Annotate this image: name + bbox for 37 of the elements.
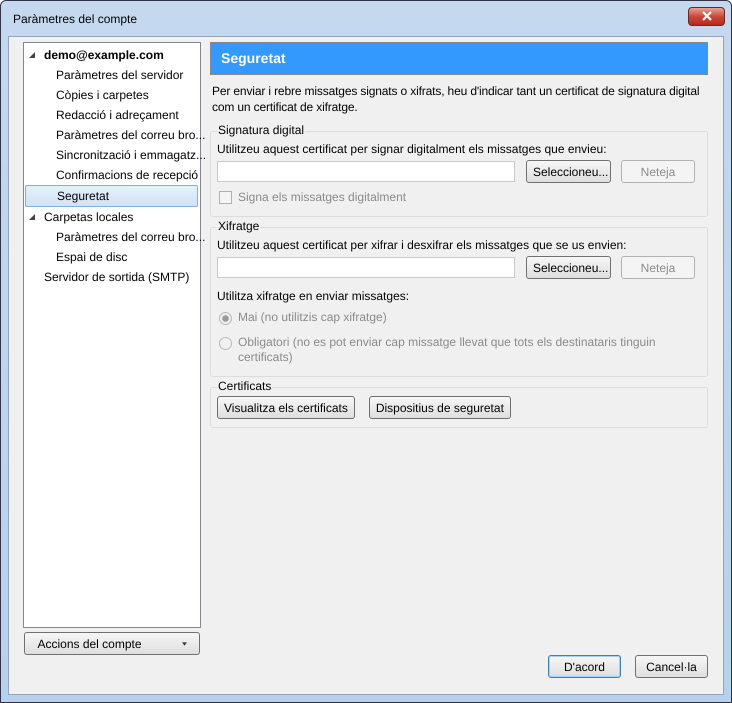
tree-item[interactable]: Servidor de sortida (SMTP)	[39, 267, 194, 287]
close-icon	[702, 11, 712, 21]
dialog-button[interactable]: Cancel·la	[635, 655, 708, 678]
tree-item[interactable]: Carpetas locales	[39, 207, 138, 227]
dialog-button[interactable]: D'acord	[548, 655, 621, 678]
close-button[interactable]	[688, 6, 725, 26]
group-legend: Certificats	[217, 379, 272, 393]
window-title: Paràmetres del compte	[12, 12, 138, 26]
tree-item[interactable]: Còpies i carpetes	[51, 85, 154, 105]
account-actions-button[interactable]: Accions del compte	[24, 632, 200, 655]
checkbox-label: Signa els missatges digitalment	[238, 190, 406, 205]
select-button[interactable]: Seleccioneu...	[526, 160, 611, 183]
intro-text: Per enviar i rebre missatges signats o xifrats, heu d'indicar tant un certificat de signatura digital com un certificat de xifratge.	[212, 83, 700, 115]
expander-icon[interactable]	[29, 52, 35, 58]
tree-item[interactable]: Paràmetres del servidor	[51, 65, 188, 85]
page-heading: Seguretat	[210, 42, 708, 75]
radio-group-label: Utilitza xifratge en enviar missatges:	[217, 289, 410, 303]
group-legend: Xifratge	[217, 219, 260, 233]
tree-item[interactable]: Paràmetres del correu bro...	[51, 125, 210, 145]
radio-label: Obligatori (no es pot enviar cap missatge llevat que tots els destinataris tinguin certificats)	[238, 335, 657, 365]
radio-label: Mai (no utilitzis cap xifratge)	[238, 310, 387, 325]
certificate-button[interactable]: Dispositius de seguretat	[368, 396, 511, 419]
tree-item[interactable]: demo@example.com	[39, 45, 169, 65]
select-button[interactable]: Seleccioneu...	[526, 256, 611, 279]
tree-item[interactable]: Confirmacions de recepció	[51, 165, 204, 185]
certificate-field[interactable]	[217, 161, 515, 182]
tree-item[interactable]: Espai de disc	[51, 247, 132, 267]
certificate-field[interactable]	[217, 257, 515, 278]
field-label: Utilitzeu aquest certificat per xifrar i desxifrar els missatges que se us envien:	[217, 238, 628, 252]
certificate-button[interactable]: Visualitza els certificats	[217, 396, 355, 419]
group-legend: Signatura digital	[217, 123, 306, 137]
tree-item[interactable]: Redacció i adreçament	[51, 105, 184, 125]
field-label: Utilitzeu aquest certificat per signar digitalment els missatges que envieu:	[217, 142, 608, 156]
tree-item[interactable]: Sincronització i emmagatz...	[51, 145, 212, 165]
caret-icon	[182, 642, 187, 646]
tree-item[interactable]: Paràmetres del correu bro...	[51, 227, 210, 247]
expander-icon[interactable]	[29, 214, 35, 220]
